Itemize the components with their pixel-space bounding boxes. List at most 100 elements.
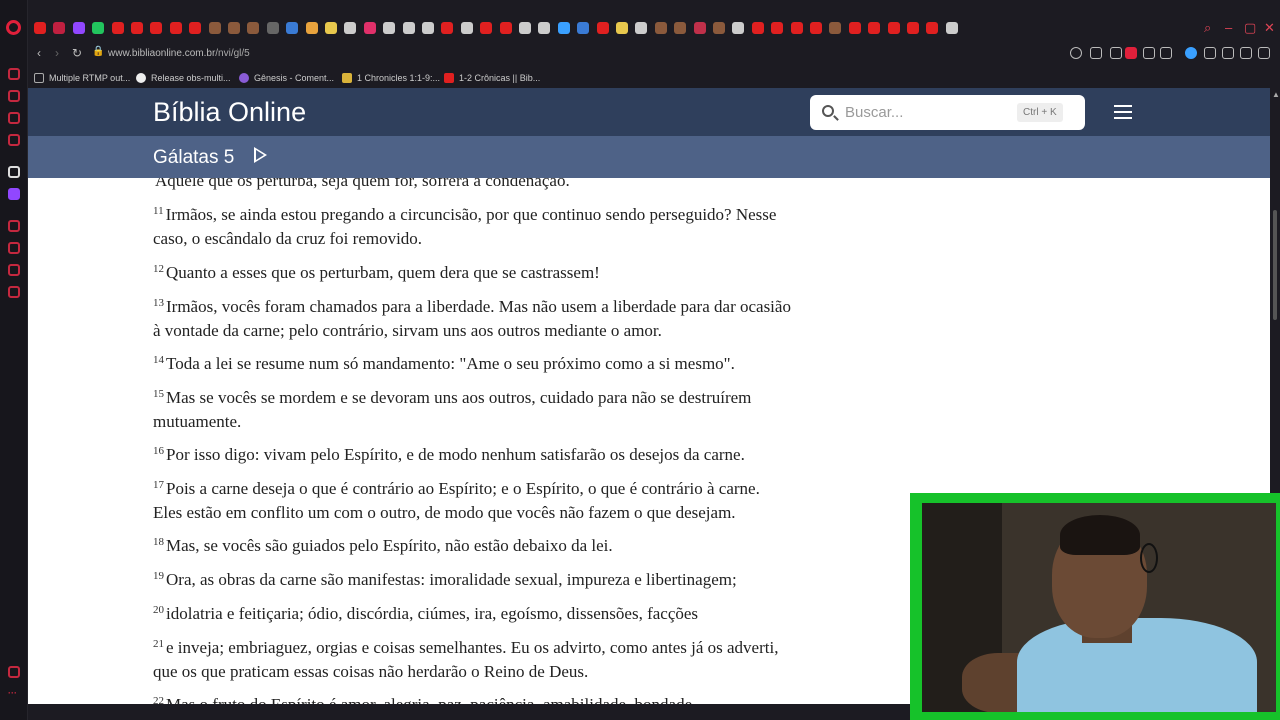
tab-favicon-icon[interactable] xyxy=(402,22,415,34)
verse-number[interactable]: 12 xyxy=(153,263,164,275)
maximize-icon[interactable]: ▢ xyxy=(1244,20,1256,36)
tab-favicon-icon[interactable] xyxy=(325,22,337,34)
tab-favicon-icon[interactable] xyxy=(926,22,939,34)
tab-favicon-icon[interactable] xyxy=(538,22,551,34)
tab-favicon-icon[interactable] xyxy=(344,22,357,34)
heart-icon[interactable] xyxy=(1160,47,1172,59)
tab-favicon-icon[interactable] xyxy=(150,22,163,34)
tab-favicon-icon[interactable] xyxy=(460,22,473,34)
tab-favicon-icon[interactable] xyxy=(131,22,143,34)
tab-favicon-icon[interactable] xyxy=(228,22,240,34)
tab-favicon-icon[interactable] xyxy=(422,22,434,34)
tab-favicon-icon[interactable] xyxy=(732,22,745,34)
sidebar-aria-icon[interactable] xyxy=(8,166,20,178)
tab-favicon-icon[interactable] xyxy=(480,22,493,34)
tab-favicon-icon[interactable] xyxy=(169,22,182,34)
tab-favicon-icon[interactable] xyxy=(92,22,105,34)
opera-logo-icon[interactable] xyxy=(6,20,21,35)
player-icon[interactable] xyxy=(1143,47,1155,59)
sidebar-gx-icon[interactable] xyxy=(8,666,20,678)
search-tabs-icon[interactable]: ⌕ xyxy=(1204,20,1211,36)
tab-favicon-icon[interactable] xyxy=(887,22,900,34)
tab-favicon-icon[interactable] xyxy=(771,22,784,34)
sidebar-twitch-icon[interactable] xyxy=(8,188,20,200)
scrollbar-thumb[interactable] xyxy=(1273,210,1277,320)
scroll-up-icon[interactable]: ▲ xyxy=(1272,90,1280,99)
reload-icon[interactable]: ↻ xyxy=(72,46,82,60)
hamburger-menu-icon[interactable] xyxy=(1114,105,1132,119)
tab-favicon-icon[interactable] xyxy=(383,22,396,34)
tab-favicon-icon[interactable] xyxy=(596,22,609,34)
site-title[interactable]: Bíblia Online xyxy=(153,97,306,128)
verse-number[interactable]: 19 xyxy=(153,570,164,582)
tab-favicon-icon[interactable] xyxy=(363,22,376,34)
bookmark-item[interactable]: 1-2 Crônicas || Bib... xyxy=(444,71,540,85)
close-window-icon[interactable]: ✕ xyxy=(1264,20,1275,36)
play-audio-icon[interactable] xyxy=(254,147,267,163)
vpn-icon[interactable] xyxy=(1185,47,1197,59)
verse-number[interactable]: 15 xyxy=(153,388,164,400)
tab-favicon-icon[interactable] xyxy=(189,22,202,34)
sidebar-plus-icon[interactable] xyxy=(8,220,20,232)
sidebar-messenger-icon[interactable] xyxy=(8,134,20,146)
tab-favicon-icon[interactable] xyxy=(848,22,861,34)
tab-favicon-icon[interactable] xyxy=(829,22,842,34)
bookmark-item[interactable]: Multiple RTMP out... xyxy=(34,71,130,85)
tab-favicon-icon[interactable] xyxy=(111,22,124,34)
extensions-icon[interactable] xyxy=(1204,47,1216,59)
sidebar-more-icon[interactable]: ··· xyxy=(8,688,17,698)
tab-favicon-icon[interactable] xyxy=(693,22,706,34)
minimize-icon[interactable]: – xyxy=(1225,20,1232,35)
tab-favicon-icon[interactable] xyxy=(790,22,803,34)
tab-favicon-icon[interactable] xyxy=(713,22,725,34)
tab-favicon-icon[interactable] xyxy=(305,22,318,34)
verse-number[interactable]: 22 xyxy=(153,695,164,704)
tab-favicon-icon[interactable] xyxy=(868,22,881,34)
pocket-icon[interactable] xyxy=(1125,47,1137,59)
tab-favicon-icon[interactable] xyxy=(519,22,531,34)
forward-icon[interactable]: › xyxy=(55,46,59,60)
verse-number[interactable]: 14 xyxy=(153,354,164,366)
sidebar-instagram-icon[interactable] xyxy=(8,112,20,124)
menu-dots-icon[interactable] xyxy=(1258,47,1270,59)
sidebar-bag-icon[interactable] xyxy=(8,90,20,102)
verse-number[interactable]: 20 xyxy=(153,604,164,616)
back-icon[interactable]: ‹ xyxy=(37,46,41,60)
bookmark-item[interactable]: Gênesis - Coment... xyxy=(239,71,334,85)
sidebar-box-icon[interactable] xyxy=(8,264,20,276)
url-field[interactable]: www.bibliaonline.com.br/nvi/gl/5 xyxy=(108,48,250,59)
tab-favicon-icon[interactable] xyxy=(34,22,46,34)
tab-favicon-icon[interactable] xyxy=(247,22,260,34)
sidebar-refresh-icon[interactable] xyxy=(8,68,20,80)
tab-favicon-icon[interactable] xyxy=(557,22,570,34)
snapshot-icon[interactable] xyxy=(1110,47,1122,59)
tab-favicon-icon[interactable] xyxy=(266,22,279,34)
tab-favicon-icon[interactable] xyxy=(208,22,221,34)
verse-number[interactable]: 18 xyxy=(153,536,164,548)
tab-favicon-icon[interactable] xyxy=(674,22,687,34)
bookmark-item[interactable]: Release obs-multi... xyxy=(136,71,231,85)
bookmark-page-icon[interactable] xyxy=(1090,47,1102,59)
verse-number[interactable]: 16 xyxy=(153,445,164,457)
tab-favicon-icon[interactable] xyxy=(810,22,822,34)
sidebar-settings-icon[interactable] xyxy=(8,286,20,298)
tab-favicon-icon[interactable] xyxy=(907,22,919,34)
verse-number[interactable]: 11 xyxy=(153,205,164,217)
tab-favicon-icon[interactable] xyxy=(72,22,85,34)
search-input[interactable]: Buscar... Ctrl + K xyxy=(810,95,1085,130)
verse-number[interactable]: 13 xyxy=(153,297,164,309)
tab-favicon-icon[interactable] xyxy=(654,22,667,34)
tab-favicon-icon[interactable] xyxy=(286,22,299,34)
tab-favicon-icon[interactable] xyxy=(751,22,764,34)
tab-favicon-icon[interactable] xyxy=(441,22,454,34)
tab-favicon-icon[interactable] xyxy=(635,22,648,34)
bookmark-item[interactable]: 1 Chronicles 1:1-9:... xyxy=(342,71,440,85)
share-icon[interactable] xyxy=(1222,47,1234,59)
verse-number[interactable]: 21 xyxy=(153,638,164,650)
sidebar-history-icon[interactable] xyxy=(8,242,20,254)
verse-number[interactable]: 17 xyxy=(153,479,164,491)
tab-favicon-icon[interactable] xyxy=(499,22,512,34)
download-icon[interactable] xyxy=(1240,47,1252,59)
tab-favicon-icon[interactable] xyxy=(945,22,958,34)
zoom-icon[interactable] xyxy=(1070,47,1082,59)
